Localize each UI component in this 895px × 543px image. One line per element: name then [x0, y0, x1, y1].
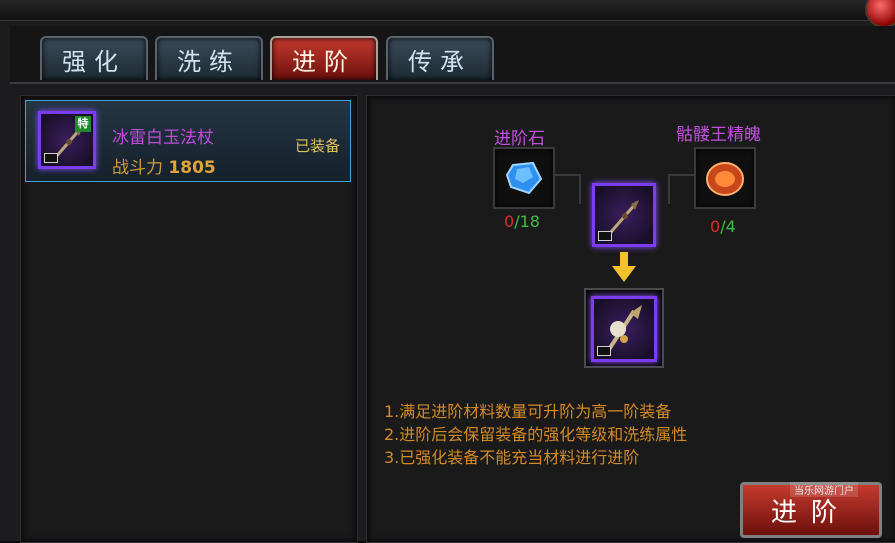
- tab-inherit[interactable]: 传承: [386, 36, 494, 80]
- material-1-count: 0/18: [504, 212, 540, 231]
- material-2-owned: 0: [710, 217, 721, 236]
- current-item-slot[interactable]: [592, 183, 656, 247]
- tab-label: 洗练: [177, 47, 241, 76]
- staff-icon: [609, 200, 639, 233]
- blue-gem-icon: [505, 161, 543, 195]
- tab-label: 进阶: [292, 47, 356, 76]
- orange-soul-icon: [706, 162, 744, 196]
- bind-marker-icon: [597, 346, 611, 356]
- tab-refine[interactable]: 洗练: [155, 36, 263, 80]
- connector-left: [555, 174, 581, 204]
- item-icon-slot: 特: [38, 111, 96, 169]
- rule-line: 3.已强化装备不能充当材料进行进阶: [384, 448, 640, 467]
- advance-rules: 1.满足进阶材料数量可升阶为高一阶装备 2.进阶后会保留装备的强化等级和洗练属性…: [384, 400, 687, 469]
- material-2-slot[interactable]: [694, 147, 756, 209]
- arrow-down-icon: [612, 252, 636, 282]
- power-value: 1805: [168, 158, 216, 178]
- material-1-slot[interactable]: [493, 147, 555, 209]
- title-bar: [0, 0, 895, 21]
- equipment-list-item[interactable]: 特 冰雷白玉法杖 战斗力 1805 已装备: [25, 100, 351, 182]
- close-gem-icon[interactable]: [865, 0, 895, 28]
- equipment-list-panel: 特 冰雷白玉法杖 战斗力 1805 已装备: [20, 95, 358, 543]
- equipped-status: 已装备: [294, 137, 340, 155]
- item-power: 战斗力 1805: [112, 153, 216, 178]
- material-2-required: /4: [720, 217, 736, 236]
- item-name: 冰雷白玉法杖: [112, 128, 214, 148]
- rule-line: 2.进阶后会保留装备的强化等级和洗练属性: [384, 425, 688, 444]
- power-label: 战斗力: [112, 158, 163, 178]
- tab-label: 传承: [408, 47, 472, 76]
- material-2-name: 骷髅王精魄: [676, 125, 761, 145]
- tab-label: 强化: [62, 47, 126, 76]
- material-2-count: 0/4: [710, 217, 736, 236]
- material-1-required: /18: [514, 212, 540, 231]
- tab-strip: 强化 洗练 进阶 传承: [10, 26, 895, 84]
- tab-enhance[interactable]: 强化: [40, 36, 148, 80]
- special-badge: 特: [75, 116, 91, 132]
- game-window: 强化 洗练 进阶 传承 特 冰雷白玉法杖 战斗力 1805 已装备 进阶石 0/…: [0, 0, 895, 543]
- tab-advance[interactable]: 进阶: [270, 36, 378, 80]
- connector-right: [668, 174, 696, 204]
- watermark: 当乐网游门户: [790, 482, 858, 497]
- material-1-name: 进阶石: [494, 129, 545, 149]
- result-item-slot[interactable]: [591, 296, 657, 362]
- rule-line: 1.满足进阶材料数量可升阶为高一阶装备: [384, 402, 672, 421]
- bind-marker-icon: [598, 231, 612, 241]
- bind-marker-icon: [44, 153, 58, 163]
- material-1-owned: 0: [504, 212, 515, 231]
